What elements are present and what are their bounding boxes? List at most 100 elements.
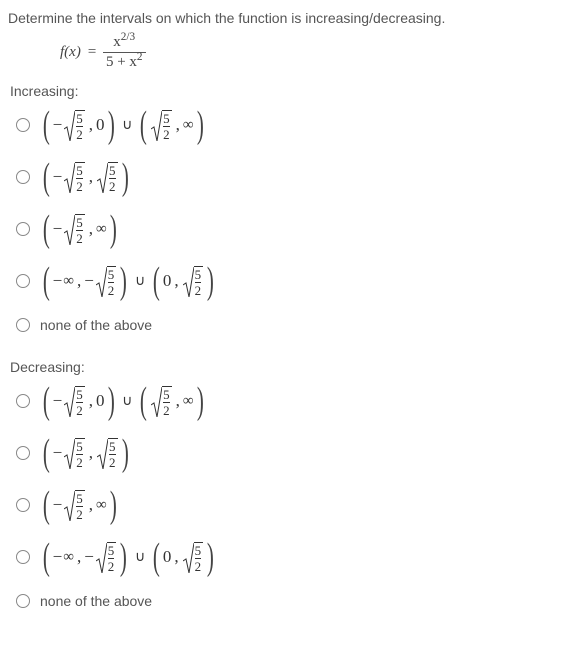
radio-icon: [16, 170, 30, 184]
math-expr: ( − 52 , 0 ) ∪ ( 52 , ∞ ): [40, 386, 206, 417]
inc-option-3[interactable]: ( − 52 , ∞ ): [16, 209, 565, 249]
radio-icon: [16, 446, 30, 460]
zero: 0: [163, 271, 172, 291]
frac-d: 2: [109, 178, 116, 193]
question-prompt: Determine the intervals on which the fun…: [8, 10, 565, 26]
den-b: x: [129, 54, 137, 70]
radio-icon: [16, 594, 30, 608]
inc-option-4[interactable]: ( −∞ , − 52 ) ∪ ( 0 , 52 ): [16, 261, 565, 301]
frac-n: 5: [108, 268, 115, 282]
infinity: ∞: [183, 117, 194, 134]
radio-icon: [16, 394, 30, 408]
none-text: none of the above: [40, 593, 152, 609]
frac-d: 2: [163, 126, 170, 141]
frac-d: 2: [195, 558, 202, 573]
minus: −: [53, 219, 63, 239]
infinity: ∞: [183, 393, 194, 410]
sqrt-icon: 52: [183, 542, 204, 573]
frac-d: 2: [76, 454, 83, 469]
minus: −: [53, 167, 63, 187]
dec-option-5[interactable]: none of the above: [16, 589, 565, 613]
minus: −: [53, 443, 63, 463]
decreasing-options: ( − 52 , 0 ) ∪ ( 52 , ∞ ) ( −: [16, 381, 565, 613]
math-expr: ( − 52 , 0 ) ∪ ( 52 , ∞ ): [40, 110, 206, 141]
inc-option-5[interactable]: none of the above: [16, 313, 565, 337]
radio-icon: [16, 274, 30, 288]
zero: 0: [96, 115, 105, 135]
num-exp: 2/3: [121, 31, 135, 43]
sqrt-icon: 52: [97, 162, 118, 193]
infinity: ∞: [96, 221, 107, 238]
frac-d: 2: [108, 558, 115, 573]
math-expr: ( −∞ , − 52 ) ∪ ( 0 , 52 ): [40, 542, 217, 573]
frac-d: 2: [163, 402, 170, 417]
frac-d: 2: [195, 282, 202, 297]
function-definition: f(x) = x2/3 5 + x2: [60, 34, 565, 71]
sqrt-icon: 52: [64, 386, 85, 417]
comma: ,: [89, 391, 93, 411]
den-plus: +: [113, 54, 129, 70]
radio-icon: [16, 550, 30, 564]
inc-option-2[interactable]: ( − 52 , 52 ): [16, 157, 565, 197]
math-expr: ( − 52 , 52 ): [40, 162, 131, 193]
equals-sign: =: [87, 44, 97, 61]
union: ∪: [122, 117, 132, 134]
frac-n: 5: [163, 388, 170, 402]
union: ∪: [135, 549, 145, 566]
math-expr: ( −∞ , − 52 ) ∪ ( 0 , 52 ): [40, 266, 217, 297]
frac-n: 5: [108, 544, 115, 558]
comma: ,: [174, 271, 178, 291]
frac-n: 5: [109, 440, 116, 454]
sqrt-icon: 52: [96, 266, 117, 297]
sqrt-icon: 52: [97, 438, 118, 469]
frac-n: 5: [163, 112, 170, 126]
infinity: ∞: [96, 497, 107, 514]
comma: ,: [89, 219, 93, 239]
sqrt-icon: 52: [64, 490, 85, 521]
den-exp: 2: [137, 51, 143, 63]
frac-n: 5: [109, 164, 116, 178]
frac-d: 2: [76, 402, 83, 417]
comma: ,: [77, 547, 81, 567]
sqrt-icon: 52: [96, 542, 117, 573]
inc-option-1[interactable]: ( − 52 , 0 ) ∪ ( 52 , ∞ ): [16, 105, 565, 145]
comma: ,: [89, 495, 93, 515]
frac-n: 5: [76, 440, 83, 454]
function-fraction: x2/3 5 + x2: [103, 34, 146, 71]
comma: ,: [77, 271, 81, 291]
minus: −: [53, 495, 63, 515]
minus: −: [84, 271, 94, 291]
dec-option-1[interactable]: ( − 52 , 0 ) ∪ ( 52 , ∞ ): [16, 381, 565, 421]
none-text: none of the above: [40, 317, 152, 333]
sqrt-icon: 52: [64, 438, 85, 469]
math-expr: ( − 52 , ∞ ): [40, 214, 119, 245]
zero: 0: [96, 391, 105, 411]
radio-icon: [16, 118, 30, 132]
increasing-options: ( − 52 , 0 ) ∪ ( 52 , ∞ ) ( −: [16, 105, 565, 337]
minus: −: [84, 547, 94, 567]
func-lhs: f(x): [60, 44, 81, 61]
dec-option-4[interactable]: ( −∞ , − 52 ) ∪ ( 0 , 52 ): [16, 537, 565, 577]
frac-n: 5: [76, 216, 83, 230]
num-base: x: [113, 34, 121, 50]
frac-n: 5: [195, 268, 202, 282]
dec-option-2[interactable]: ( − 52 , 52 ): [16, 433, 565, 473]
sqrt-icon: 52: [183, 266, 204, 297]
sqrt-icon: 52: [64, 110, 85, 141]
union: ∪: [122, 393, 132, 410]
dec-option-3[interactable]: ( − 52 , ∞ ): [16, 485, 565, 525]
frac-d: 2: [108, 282, 115, 297]
minus: −: [53, 271, 63, 291]
minus: −: [53, 391, 63, 411]
frac-d: 2: [109, 454, 116, 469]
comma: ,: [176, 115, 180, 135]
comma: ,: [89, 167, 93, 187]
math-expr: ( − 52 , 52 ): [40, 438, 131, 469]
frac-d: 2: [76, 126, 83, 141]
frac-d: 2: [76, 506, 83, 521]
frac-n: 5: [76, 164, 83, 178]
sqrt-icon: 52: [64, 162, 85, 193]
decreasing-label: Decreasing:: [10, 359, 565, 375]
math-expr: ( − 52 , ∞ ): [40, 490, 119, 521]
increasing-label: Increasing:: [10, 83, 565, 99]
